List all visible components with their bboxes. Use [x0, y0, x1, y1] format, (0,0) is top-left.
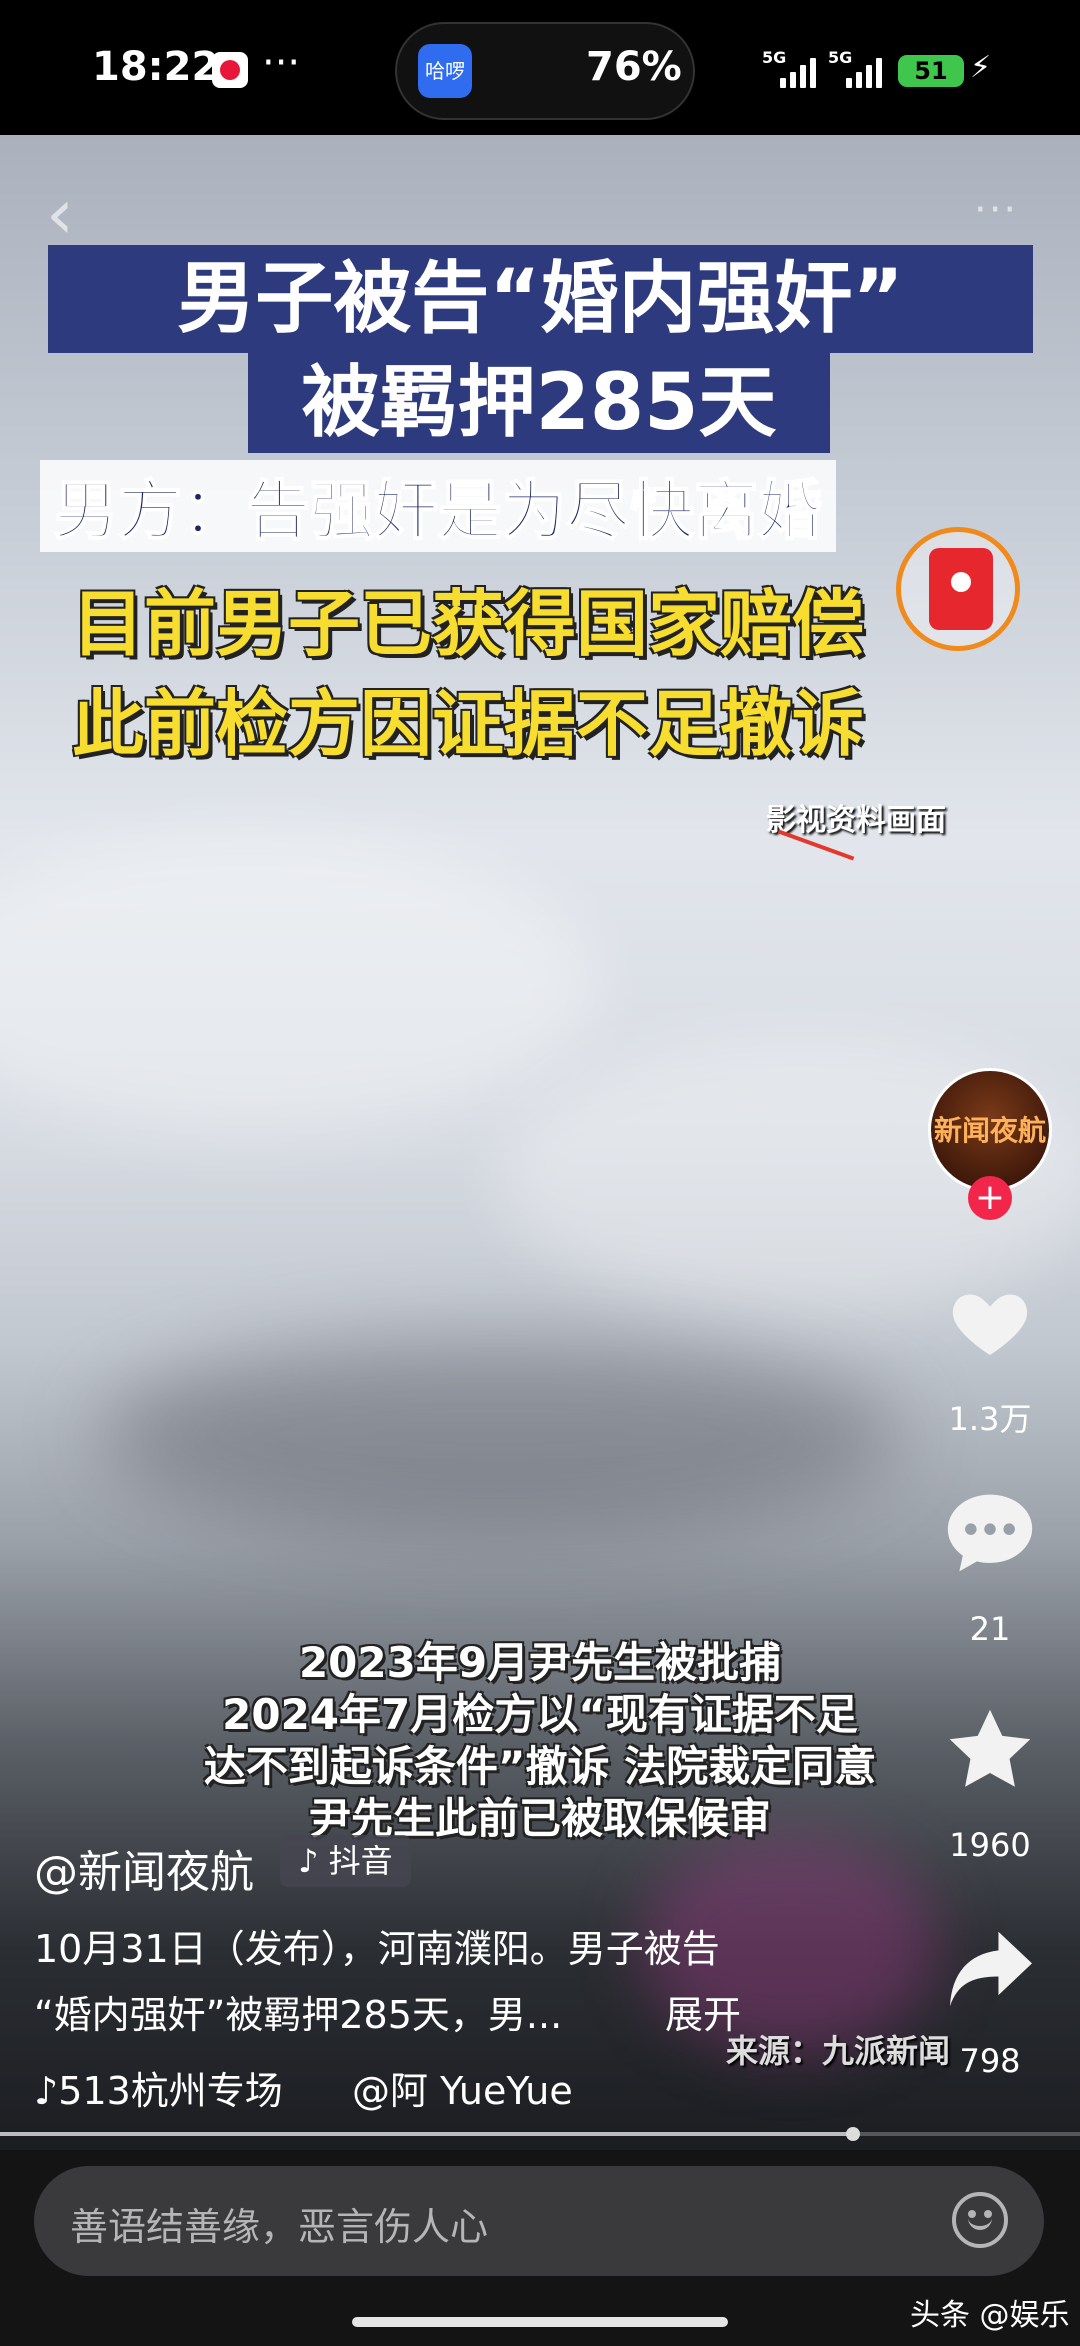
highlight-line-1: 目前男子已获得国家赔偿	[72, 582, 865, 666]
headline-line-2: 被羁押285天	[248, 353, 830, 453]
clock: 18:22	[92, 44, 220, 90]
more-notifications-icon: ···	[262, 40, 301, 86]
music-note-icon: ♪	[34, 2069, 59, 2113]
mention-link[interactable]: @阿 YueYue	[352, 2060, 573, 2115]
comment-placeholder: 善语结善缘，恶言伤人心	[70, 2205, 489, 2249]
signal-icon-1	[780, 58, 820, 88]
music-label[interactable]: ♪513杭州专场	[34, 2060, 283, 2115]
emoji-icon[interactable]	[952, 2192, 1008, 2248]
platform-label: 抖音	[328, 1842, 393, 1880]
follow-button[interactable]: +	[968, 1176, 1012, 1220]
avatar-logo-text: 新闻夜航	[933, 1114, 1046, 1147]
charging-icon: ⚡	[970, 50, 992, 85]
video-progress-bar[interactable]	[0, 2127, 1080, 2141]
source-label: 来源：九派新闻	[726, 2032, 951, 2070]
battery-percent: 76%	[586, 44, 682, 90]
music-title: 513杭州专场	[58, 2069, 283, 2113]
like-count: 1.3万	[948, 1400, 1032, 1438]
hello-app-icon[interactable]: 哈啰	[418, 44, 472, 98]
back-arrow-icon[interactable]: ‹	[46, 173, 74, 255]
highlight-line-2: 此前检方因证据不足撤诉	[72, 682, 865, 766]
home-indicator[interactable]	[352, 2317, 728, 2327]
battery-icon: 51	[898, 55, 964, 87]
tiktok-icon: ♪	[298, 1842, 329, 1880]
red-envelope-icon[interactable]	[896, 527, 1020, 651]
more-options-icon[interactable]: ···	[974, 187, 1018, 233]
share-icon[interactable]	[946, 1928, 1036, 2010]
platform-tag[interactable]: ♪ 抖音	[280, 1835, 411, 1887]
headline-line-1: 男子被告“婚内强奸”	[48, 245, 1033, 353]
watermark: 头条 @娱乐	[910, 2298, 1070, 2333]
author-name[interactable]: @新闻夜航	[34, 1836, 254, 1900]
comment-icon[interactable]	[944, 1490, 1036, 1576]
caption-line-2: “婚内强奸”被羁押285天，男...	[34, 1993, 563, 2037]
footage-label: 影视资料画面	[766, 803, 946, 838]
star-icon[interactable]	[944, 1704, 1036, 1796]
signal-icon-2	[846, 58, 886, 88]
screen-record-icon	[212, 52, 248, 88]
comment-count: 21	[969, 1610, 1011, 1648]
progress-fill	[0, 2132, 854, 2136]
heart-icon[interactable]	[946, 1278, 1034, 1366]
favorite-count: 1960	[949, 1826, 1031, 1864]
author-avatar[interactable]: 新闻夜航	[928, 1068, 1052, 1192]
caption-line-1: 10月31日（发布），河南濮阳。男子被告	[34, 1927, 720, 1971]
status-bar: 18:22 ··· 哈啰 76% 5G 5G 51 ⚡	[0, 0, 1080, 135]
headline-line-3: 男方：告强奸是为尽快离婚	[40, 460, 836, 552]
